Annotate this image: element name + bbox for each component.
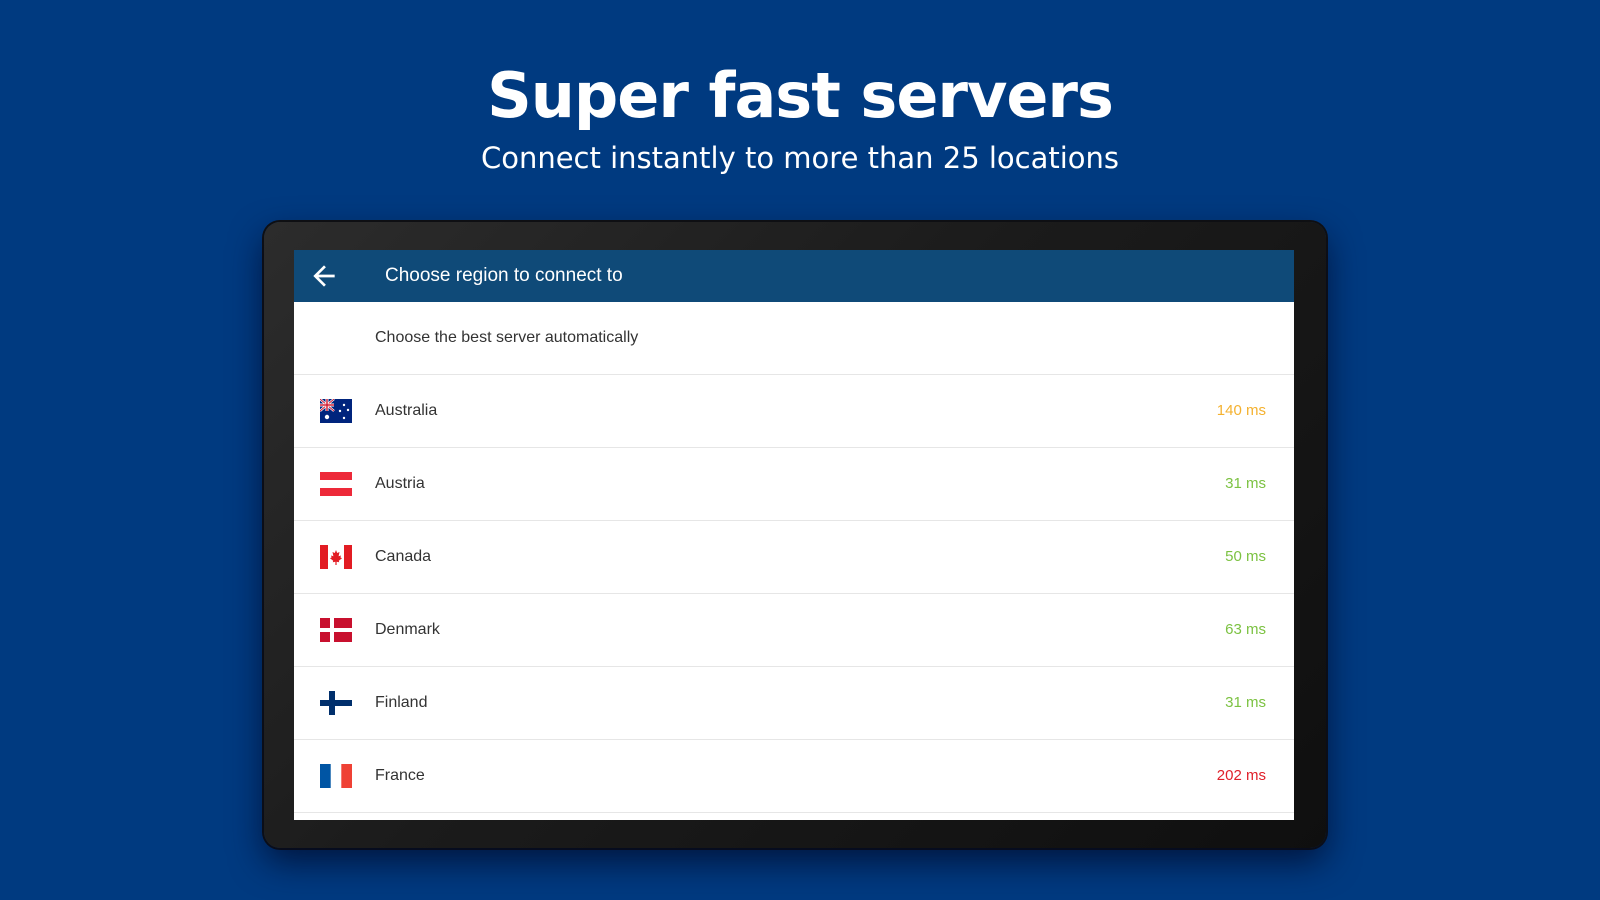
australia-flag-icon [320,399,352,423]
region-row-australia[interactable]: Australia 140 ms [294,375,1294,448]
country-name: Austria [375,475,425,492]
ping-latency: 50 ms [1225,548,1266,565]
country-name: Finland [375,694,428,711]
tablet-frame: Choose region to connect to Choose the b… [264,222,1326,848]
country-name: Canada [375,548,432,565]
austria-flag-icon [320,472,352,496]
app-title: Choose region to connect to [385,265,623,286]
auto-server-option[interactable]: Choose the best server automatically [294,302,1294,375]
canada-flag-icon [320,545,352,569]
country-name: Denmark [375,621,440,638]
region-list: Australia 140 ms Austria 31 ms Canada 50… [294,375,1294,813]
denmark-flag-icon [320,618,352,642]
region-row-france[interactable]: France 202 ms [294,740,1294,813]
region-row-finland[interactable]: Finland 31 ms [294,667,1294,740]
ping-latency: 202 ms [1216,767,1266,784]
region-row-canada[interactable]: Canada 50 ms [294,521,1294,594]
region-row-austria[interactable]: Austria 31 ms [294,448,1294,521]
france-flag-icon [320,764,352,788]
region-row-denmark[interactable]: Denmark 63 ms [294,594,1294,667]
app-bar: Choose region to connect to [294,250,1294,302]
hero-title: Super fast servers [487,59,1114,132]
auto-server-label: Choose the best server automatically [375,329,639,346]
hero-subtitle: Connect instantly to more than 25 locati… [480,141,1120,175]
ping-latency: 140 ms [1216,402,1266,419]
tablet-screen: Choose region to connect to Choose the b… [294,250,1294,820]
ping-latency: 63 ms [1225,621,1266,638]
country-name: Australia [375,402,438,419]
ping-latency: 31 ms [1225,475,1266,492]
arrow-back-icon[interactable] [308,260,340,292]
ping-latency: 31 ms [1225,694,1266,711]
country-name: France [375,767,425,784]
finland-flag-icon [320,691,352,715]
